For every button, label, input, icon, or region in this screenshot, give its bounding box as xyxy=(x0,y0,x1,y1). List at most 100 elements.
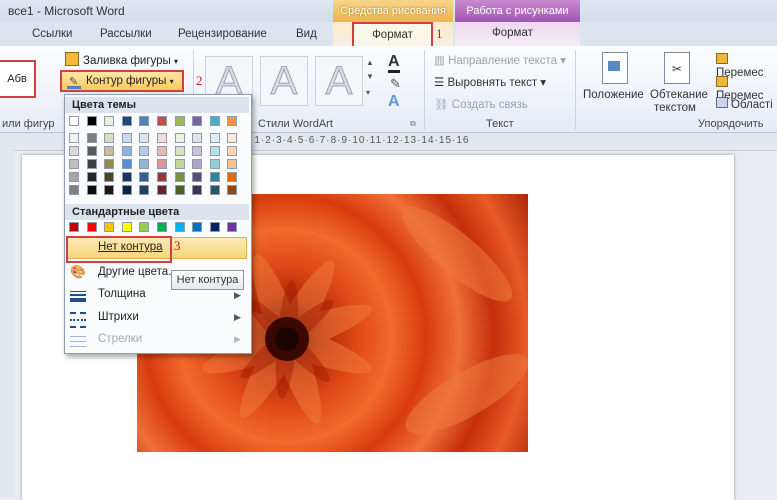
theme-color-swatch[interactable] xyxy=(157,133,167,143)
wordart-style-3[interactable]: A xyxy=(315,56,363,106)
gallery-down-icon[interactable]: ▼ xyxy=(366,72,374,81)
tab-mailings[interactable]: Рассылки xyxy=(100,28,152,40)
theme-color-swatch[interactable] xyxy=(121,116,132,126)
theme-color-swatch[interactable] xyxy=(121,185,132,195)
theme-color-swatch[interactable] xyxy=(104,146,115,156)
theme-color-swatch[interactable] xyxy=(157,116,167,126)
theme-color-swatch[interactable] xyxy=(69,172,79,182)
standard-color-swatch[interactable] xyxy=(104,222,115,232)
theme-color-swatch[interactable] xyxy=(174,146,185,156)
theme-color-swatch[interactable] xyxy=(209,159,220,169)
theme-color-swatch[interactable] xyxy=(227,185,238,195)
theme-color-swatch[interactable] xyxy=(121,146,132,156)
theme-color-swatch[interactable] xyxy=(209,133,220,143)
theme-color-swatch[interactable] xyxy=(69,159,79,169)
text-outline-icon[interactable]: ✎ xyxy=(390,76,401,92)
theme-color-swatch[interactable] xyxy=(121,159,132,169)
text-fill-icon[interactable]: A xyxy=(388,54,400,73)
theme-color-swatch[interactable] xyxy=(209,172,220,182)
theme-color-swatch[interactable] xyxy=(86,146,97,156)
theme-color-swatch[interactable] xyxy=(192,116,203,126)
more-colors-item[interactable]: Другие цвета... xyxy=(98,266,178,278)
position-button[interactable]: Положение xyxy=(583,89,644,101)
theme-color-swatch[interactable] xyxy=(227,159,238,169)
theme-color-swatch[interactable] xyxy=(139,185,150,195)
theme-color-swatch[interactable] xyxy=(69,185,79,195)
theme-color-swatch[interactable] xyxy=(139,133,150,143)
theme-color-swatch[interactable] xyxy=(192,159,203,169)
theme-color-swatch[interactable] xyxy=(174,172,185,182)
theme-color-swatch[interactable] xyxy=(192,185,203,195)
dialog-launcher-icon[interactable]: ⧉ xyxy=(410,119,416,129)
gallery-up-icon[interactable]: ▲ xyxy=(366,58,374,67)
theme-color-swatch[interactable] xyxy=(139,172,150,182)
theme-color-swatch[interactable] xyxy=(121,133,132,143)
standard-color-swatch[interactable] xyxy=(121,222,132,232)
tab-format-picture[interactable]: Формат xyxy=(492,27,533,39)
theme-color-swatch[interactable] xyxy=(192,146,203,156)
theme-color-swatch[interactable] xyxy=(209,185,220,195)
wordart-style-2[interactable]: A xyxy=(260,56,308,106)
shape-outline-button[interactable]: ✎ Контур фигуры ▾ xyxy=(60,70,184,92)
theme-color-swatch[interactable] xyxy=(69,146,79,156)
standard-color-swatch[interactable] xyxy=(192,222,203,232)
theme-color-swatch[interactable] xyxy=(86,185,97,195)
selection-pane-icon xyxy=(716,97,728,108)
tab-review[interactable]: Рецензирование xyxy=(178,28,267,40)
theme-color-swatch[interactable] xyxy=(209,116,220,126)
shape-fill-button[interactable]: Заливка фигуры ▾ xyxy=(65,52,178,70)
theme-color-swatch[interactable] xyxy=(227,116,238,126)
theme-color-swatch[interactable] xyxy=(121,172,132,182)
tab-view[interactable]: Вид xyxy=(296,28,317,40)
theme-color-swatch[interactable] xyxy=(86,172,97,182)
align-text-button[interactable]: ☰ Выровнять текст ▾ xyxy=(434,75,546,89)
standard-color-swatch[interactable] xyxy=(69,222,79,232)
standard-color-swatch[interactable] xyxy=(86,222,97,232)
theme-color-swatch[interactable] xyxy=(104,116,115,126)
theme-color-swatch[interactable] xyxy=(157,185,167,195)
dashes-item[interactable]: Штрихи xyxy=(98,311,139,323)
standard-color-swatch[interactable] xyxy=(174,222,185,232)
theme-color-swatch[interactable] xyxy=(104,172,115,182)
theme-color-swatch[interactable] xyxy=(86,116,97,126)
wrap-text-button-line1[interactable]: Обтекание xyxy=(650,89,708,101)
shape-style-sample[interactable]: Абв xyxy=(0,60,36,98)
theme-color-swatch[interactable] xyxy=(139,159,150,169)
theme-color-swatch[interactable] xyxy=(157,146,167,156)
theme-color-swatch[interactable] xyxy=(174,133,185,143)
text-effects-icon[interactable]: A xyxy=(388,93,400,111)
theme-color-swatch[interactable] xyxy=(69,133,79,143)
standard-color-swatch[interactable] xyxy=(209,222,220,232)
tab-references[interactable]: Ссылки xyxy=(32,28,73,40)
theme-color-swatch[interactable] xyxy=(192,172,203,182)
standard-color-swatch[interactable] xyxy=(157,222,167,232)
theme-color-swatch[interactable] xyxy=(104,159,115,169)
theme-color-swatch[interactable] xyxy=(227,172,238,182)
standard-color-swatch[interactable] xyxy=(139,222,150,232)
theme-color-swatch[interactable] xyxy=(157,172,167,182)
theme-color-swatch[interactable] xyxy=(86,133,97,143)
theme-color-swatch[interactable] xyxy=(192,133,203,143)
selection-pane-button[interactable]: Області xyxy=(716,97,773,111)
theme-color-swatch[interactable] xyxy=(174,116,185,126)
vertical-ruler[interactable] xyxy=(0,150,14,497)
standard-color-swatch[interactable] xyxy=(227,222,238,232)
theme-color-swatch[interactable] xyxy=(227,133,238,143)
theme-color-swatch[interactable] xyxy=(139,146,150,156)
theme-color-swatch[interactable] xyxy=(209,146,220,156)
theme-color-swatch[interactable] xyxy=(69,116,79,126)
weight-item[interactable]: Толщина xyxy=(98,288,146,300)
gallery-more-icon[interactable]: ▾ xyxy=(366,88,370,97)
theme-color-swatch[interactable] xyxy=(104,133,115,143)
theme-color-swatch[interactable] xyxy=(174,159,185,169)
theme-color-swatch[interactable] xyxy=(139,116,150,126)
theme-color-swatch[interactable] xyxy=(227,146,238,156)
theme-color-swatch[interactable] xyxy=(157,159,167,169)
theme-color-swatch[interactable] xyxy=(104,185,115,195)
tab-format-drawing[interactable]: Формат xyxy=(352,22,433,46)
context-tab-drawing-tools: Средства рисования xyxy=(333,0,453,22)
position-icon xyxy=(602,52,628,84)
wrap-text-button-line2[interactable]: текстом xyxy=(654,102,696,114)
theme-color-swatch[interactable] xyxy=(86,159,97,169)
theme-color-swatch[interactable] xyxy=(174,185,185,195)
